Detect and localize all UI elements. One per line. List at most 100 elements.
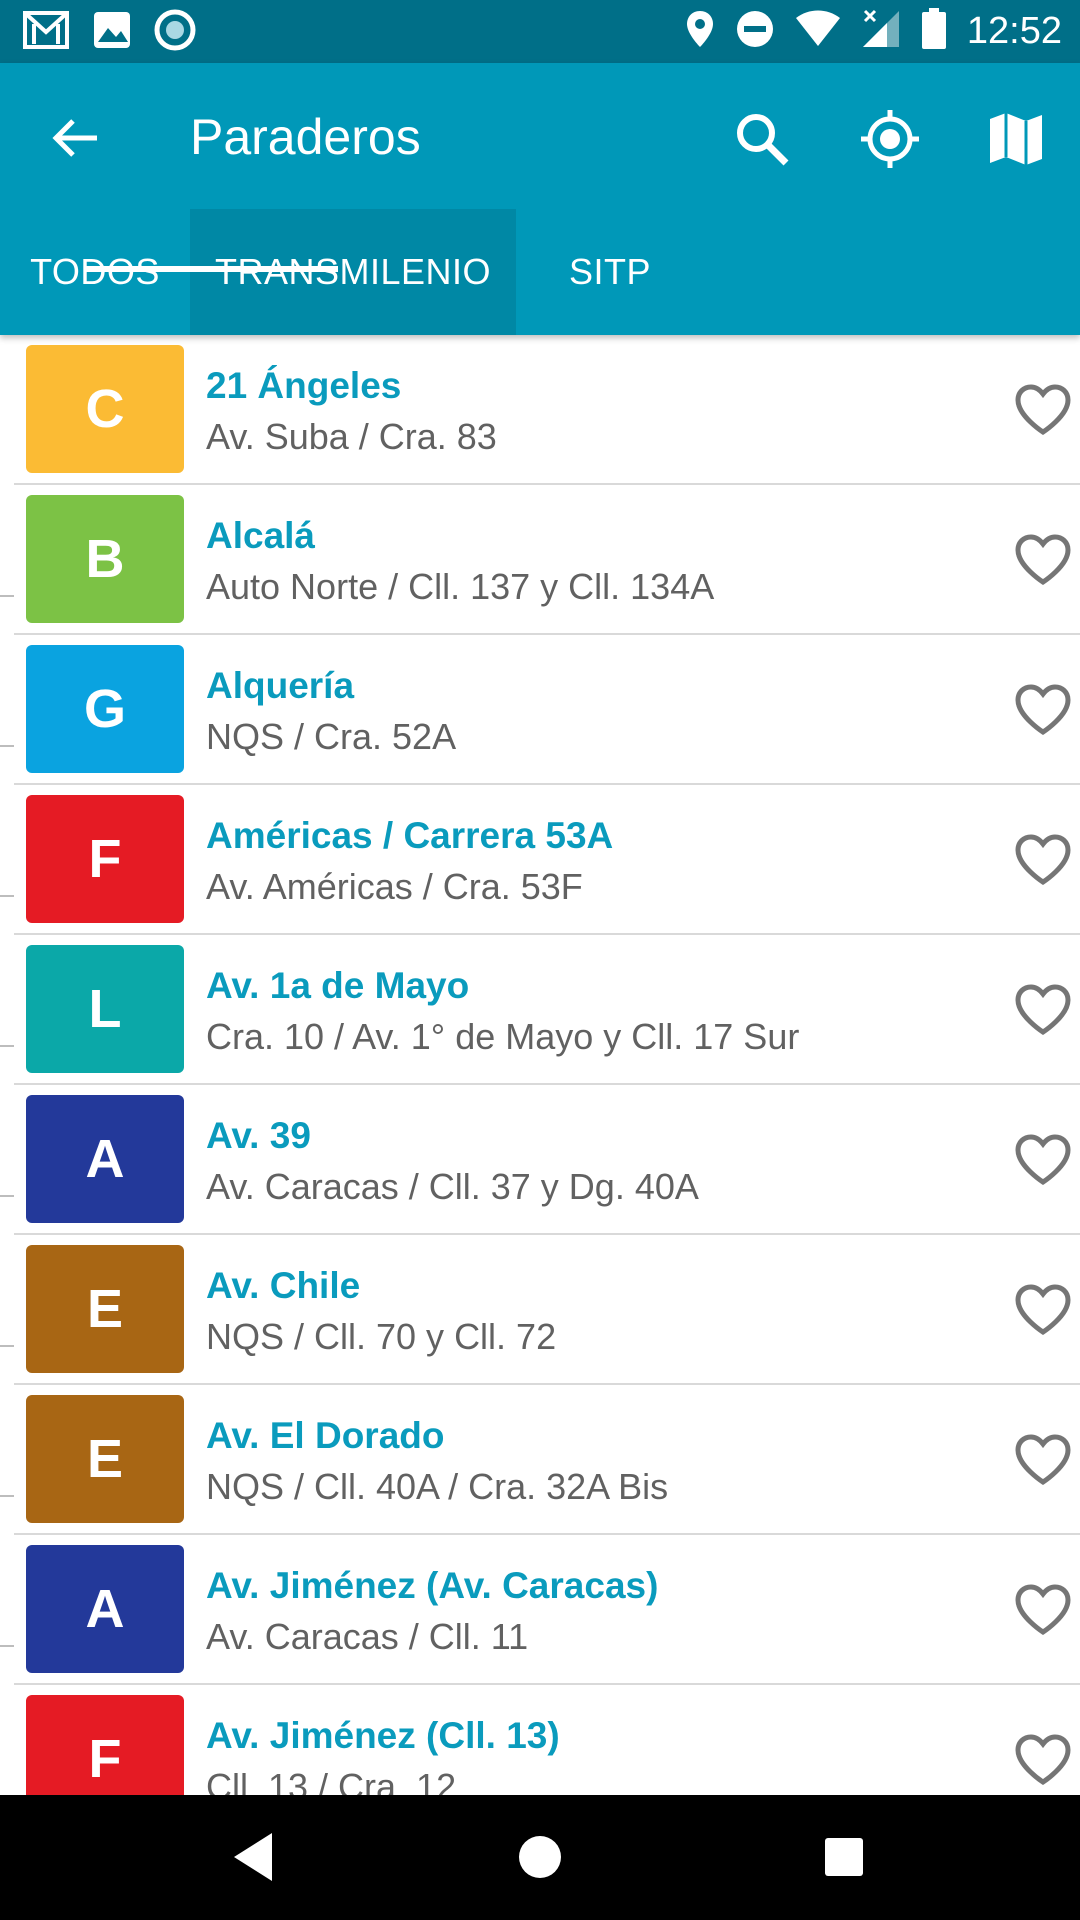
nav-home-button[interactable] <box>498 1815 582 1899</box>
back-button[interactable] <box>40 103 110 173</box>
trunk-line-badge: C <box>26 345 184 473</box>
station-address: Av. Caracas / Cll. 37 y Dg. 40A <box>206 1166 699 1207</box>
clock: 12:52 <box>966 9 1062 52</box>
search-button[interactable] <box>724 101 800 177</box>
station-address: Cra. 10 / Av. 1° de Mayo y Cll. 17 Sur <box>206 1016 800 1057</box>
tab-label: TRANSMILENIO <box>214 251 492 292</box>
gmail-icon <box>22 10 70 55</box>
station-row[interactable]: A Av. 39 Av. Caracas / Cll. 37 y Dg. 40A <box>0 1085 1080 1235</box>
heart-outline-icon <box>1015 1134 1071 1185</box>
station-row[interactable]: E Av. Chile NQS / Cll. 70 y Cll. 72 <box>0 1235 1080 1385</box>
station-row[interactable]: G Alquería NQS / Cra. 52A <box>0 635 1080 785</box>
trunk-line-badge: E <box>26 1245 184 1373</box>
favorite-button[interactable] <box>1008 1275 1078 1345</box>
station-address: NQS / Cll. 40A / Cra. 32A Bis <box>206 1466 669 1507</box>
trunk-line-badge: B <box>26 495 184 623</box>
trunk-line-badge: A <box>26 1095 184 1223</box>
screen: 12:52 Paraderos TODOS TRANSMILENI <box>0 0 1080 1920</box>
heart-outline-icon <box>1015 984 1071 1035</box>
nav-back-button[interactable] <box>212 1815 296 1899</box>
station-name: Av. El Dorado <box>206 1415 445 1456</box>
station-name: Av. Jiménez (Av. Caracas) <box>206 1565 659 1606</box>
tab-label: TODOS <box>30 251 160 293</box>
tab-transmilenio[interactable]: TRANSMILENIO <box>190 209 516 335</box>
station-row[interactable]: F Av. Jiménez (Cll. 13) Cll. 13 / Cra. 12 <box>0 1685 1080 1795</box>
station-address: Av. Suba / Cra. 83 <box>206 416 497 457</box>
heart-outline-icon <box>1015 1284 1071 1335</box>
heart-outline-icon <box>1015 1584 1071 1635</box>
recents-icon <box>825 1838 863 1876</box>
station-row[interactable]: L Av. 1a de Mayo Cra. 10 / Av. 1° de Mayo … <box>0 935 1080 1085</box>
circle-app-icon <box>154 9 196 56</box>
tab-todos[interactable]: TODOS <box>0 209 190 335</box>
station-name: Alcalá <box>206 515 316 556</box>
map-icon <box>990 113 1042 165</box>
station-row[interactable]: E Av. El Dorado NQS / Cll. 40A / Cra. 32A … <box>0 1385 1080 1535</box>
wifi-icon <box>795 10 841 53</box>
trunk-line-badge: F <box>26 795 184 923</box>
station-name: Av. Jiménez (Cll. 13) <box>206 1715 560 1756</box>
do-not-disturb-icon <box>735 9 775 54</box>
home-icon <box>519 1836 561 1878</box>
scroll-tick <box>0 1495 14 1497</box>
tab-indicator <box>86 266 338 272</box>
station-name: Av. Chile <box>206 1265 361 1306</box>
station-name: Av. 1a de Mayo <box>206 965 470 1006</box>
favorite-button[interactable] <box>1008 1575 1078 1645</box>
my-location-button[interactable] <box>852 101 928 177</box>
trunk-line-badge: G <box>26 645 184 773</box>
battery-icon <box>921 7 947 55</box>
favorite-button[interactable] <box>1008 825 1078 895</box>
arrow-back-icon <box>52 119 97 157</box>
tab-bar: TODOS TRANSMILENIO SITP <box>0 209 1080 335</box>
favorite-button[interactable] <box>1008 975 1078 1045</box>
heart-outline-icon <box>1015 834 1071 885</box>
back-icon <box>234 1833 272 1881</box>
heart-outline-icon <box>1015 534 1071 585</box>
heart-outline-icon <box>1015 384 1071 435</box>
station-row[interactable]: B Alcalá Auto Norte / Cll. 137 y Cll. 134A <box>0 485 1080 635</box>
trunk-line-badge: F <box>26 1695 184 1795</box>
station-row[interactable]: A Av. Jiménez (Av. Caracas) Av. Caracas / … <box>0 1535 1080 1685</box>
favorite-button[interactable] <box>1008 525 1078 595</box>
station-list[interactable]: C 21 Ángeles Av. Suba / Cra. 83 B Alcalá Auto… <box>0 335 1080 1795</box>
scroll-tick <box>0 1345 14 1347</box>
favorite-button[interactable] <box>1008 675 1078 745</box>
toolbar: Paraderos <box>0 63 1080 209</box>
station-address: NQS / Cra. 52A <box>206 716 457 757</box>
nav-recents-button[interactable] <box>802 1815 886 1899</box>
station-address: Av. Américas / Cra. 53F <box>206 866 583 907</box>
favorite-button[interactable] <box>1008 1725 1078 1795</box>
favorite-button[interactable] <box>1008 375 1078 445</box>
station-address: NQS / Cll. 70 y Cll. 72 <box>206 1316 557 1357</box>
favorite-button[interactable] <box>1008 1125 1078 1195</box>
tab-label: SITP <box>568 251 651 292</box>
page-title: Paraderos <box>190 109 421 165</box>
scroll-tick <box>0 895 14 897</box>
station-name: Alquería <box>206 665 355 706</box>
station-row[interactable]: C 21 Ángeles Av. Suba / Cra. 83 <box>0 335 1080 485</box>
heart-outline-icon <box>1015 1434 1071 1485</box>
signal-icon <box>861 9 901 54</box>
app-bar: Paraderos TODOS TRANSMILENIO SITP <box>0 63 1080 335</box>
tab-sitp[interactable]: SITP <box>516 209 704 335</box>
station-row[interactable]: F Américas / Carrera 53A Av. Américas / Cr… <box>0 785 1080 935</box>
station-name: Américas / Carrera 53A <box>206 815 614 856</box>
heart-outline-icon <box>1015 1734 1071 1785</box>
station-address: Av. Caracas / Cll. 11 <box>206 1616 529 1657</box>
navigation-bar <box>0 1795 1080 1920</box>
station-address: Auto Norte / Cll. 137 y Cll. 134A <box>206 566 715 607</box>
scroll-tick <box>0 595 14 597</box>
trunk-line-badge: L <box>26 945 184 1073</box>
station-name: 21 Ángeles <box>206 365 402 406</box>
scroll-tick <box>0 1645 14 1647</box>
favorite-button[interactable] <box>1008 1425 1078 1495</box>
my-location-icon <box>861 110 919 168</box>
location-icon <box>685 9 715 54</box>
heart-outline-icon <box>1015 684 1071 735</box>
trunk-line-badge: A <box>26 1545 184 1673</box>
search-icon <box>737 114 789 166</box>
scroll-tick <box>0 745 14 747</box>
map-button[interactable] <box>978 101 1054 177</box>
scroll-tick <box>0 1195 14 1197</box>
